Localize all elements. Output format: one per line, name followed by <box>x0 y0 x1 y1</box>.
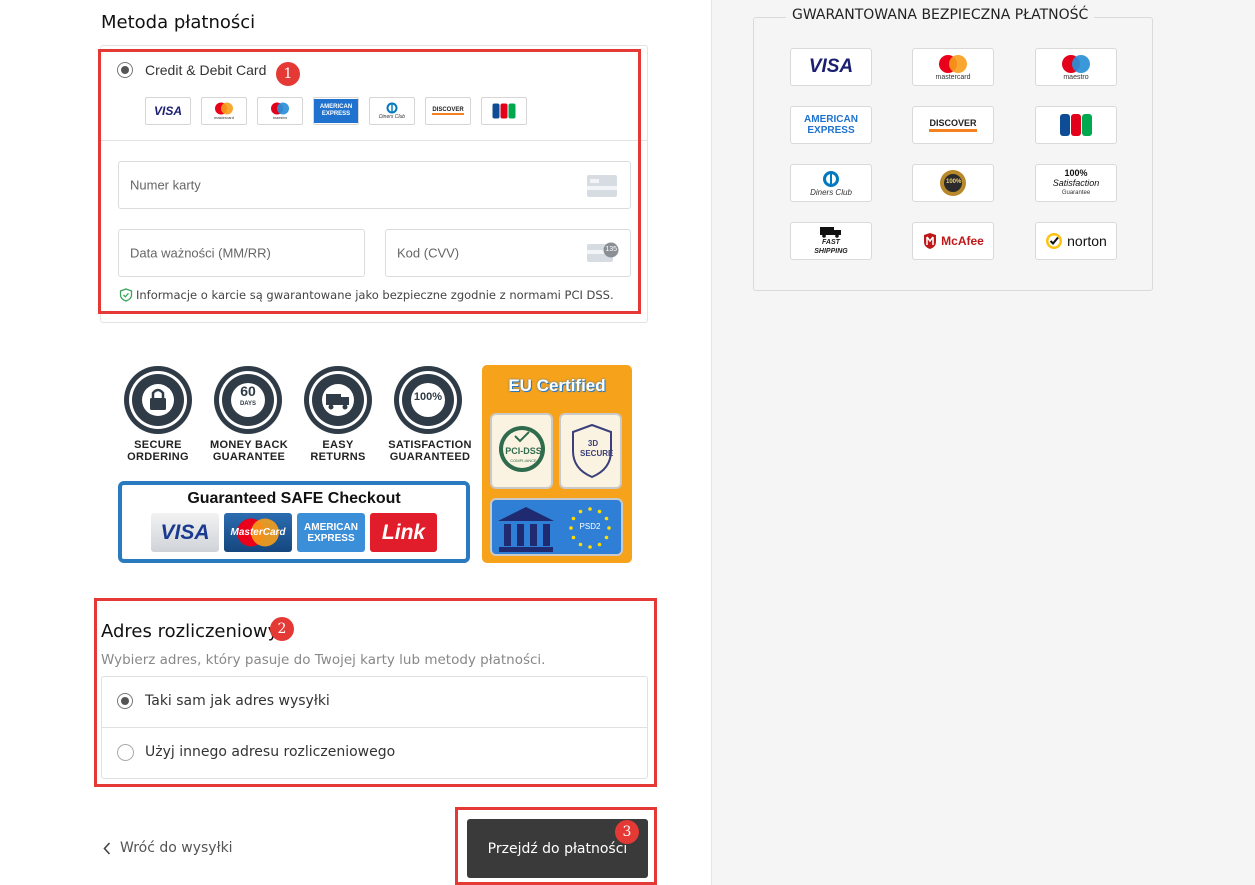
jcb-icon <box>1060 114 1092 136</box>
satisfaction-percent: 100% <box>413 391 443 403</box>
shield-check-icon <box>119 288 133 302</box>
billing-option-divider <box>102 727 647 728</box>
safe-visa-logo: VISA <box>151 513 219 552</box>
trust-discover-logo: DISCOVER <box>912 106 994 144</box>
trust-amex-logo: AMERICAN EXPRESS <box>790 106 872 144</box>
expiry-date-input[interactable]: Data ważności (MM/RR) <box>118 229 365 277</box>
card-brand-maestro: maestro <box>257 97 303 125</box>
maestro-icon <box>1062 54 1090 73</box>
trust-diners-logo: Diners Club <box>790 164 872 202</box>
safe-checkout-title: Guaranteed SAFE Checkout <box>187 490 401 507</box>
annotation-badge-2: 2 <box>270 617 294 641</box>
pci-dss-seal: PCI-DSS COMPLIANCE <box>490 413 553 489</box>
diners-icon <box>386 102 398 114</box>
safe-amex-logo: AMERICAN EXPRESS <box>297 513 365 552</box>
chevron-left-icon[interactable] <box>103 842 111 855</box>
truck-icon <box>820 227 841 238</box>
trust-fast-shipping-logo: FAST SHIPPING <box>790 222 872 260</box>
trust-mcafee-logo: McAfee <box>912 222 994 260</box>
trust-box-title: GWARANTOWANA BEZPIECZNA PŁATNOŚĆ <box>786 7 1095 23</box>
mastercard-icon <box>215 102 233 115</box>
credit-card-icon <box>587 175 617 197</box>
money-back-days-sub: DAYS <box>239 401 257 407</box>
billing-other-label[interactable]: Użyj innego adresu rozliczeniowego <box>145 744 395 760</box>
trust-mastercard-logo: mastercard <box>912 48 994 86</box>
maestro-icon <box>271 102 289 115</box>
diners-icon <box>823 170 839 187</box>
3d-secure-seal: 3D SECURE <box>559 413 622 489</box>
card-brand-jcb <box>481 97 527 125</box>
bank-icon <box>498 507 554 552</box>
credit-card-label[interactable]: Credit & Debit Card <box>145 62 266 78</box>
card-brand-mastercard: mastercard <box>201 97 247 125</box>
back-to-shipping-link[interactable]: Wróć do wysyłki <box>120 840 233 856</box>
billing-other-radio[interactable] <box>117 744 134 761</box>
pci-note: Informacje o karcie są gwarantowane jako… <box>136 288 614 302</box>
badge-secure-ordering-caption: SECURE ORDERING <box>127 439 189 463</box>
mcafee-shield-icon <box>924 233 937 249</box>
billing-subtitle: Wybierz adres, który pasuje do Twojej ka… <box>101 652 546 668</box>
billing-title: Adres rozliczeniowy <box>101 621 279 642</box>
payment-method-title: Metoda płatności <box>101 12 256 33</box>
eu-certified-title: EU Certified <box>508 376 606 395</box>
easy-returns-badge-icon <box>304 366 372 434</box>
card-brand-diners: Diners Club <box>369 97 415 125</box>
safe-mastercard-logo: MasterCard <box>224 513 292 552</box>
card-brand-visa: VISA <box>145 97 191 125</box>
card-number-input[interactable]: Numer karty <box>118 161 631 209</box>
trust-visa-logo: VISA <box>790 48 872 86</box>
norton-check-icon <box>1046 233 1063 249</box>
billing-same-label[interactable]: Taki sam jak adres wysyłki <box>145 693 330 709</box>
safe-link-logo: Link <box>370 513 437 552</box>
annotation-badge-3: 3 <box>615 820 639 844</box>
badge-satisfaction-caption: SATISFACTION GUARANTEED <box>388 439 472 463</box>
money-back-days: 60 <box>240 383 256 399</box>
badge-easy-returns-caption: EASY RETURNS <box>310 439 366 463</box>
trust-satisfaction-logo: 100% Satisfaction Guarantee <box>1035 164 1117 202</box>
card-brand-amex: AMERICAN EXPRESS <box>313 97 359 125</box>
card-brand-discover: DISCOVER <box>425 97 471 125</box>
trust-seal-logo: 100% <box>912 164 994 202</box>
jcb-icon <box>492 103 516 119</box>
psd2-seal: PSD2 <box>490 498 623 556</box>
cvv-hint-number: 135 <box>605 246 617 253</box>
secure-ordering-badge-icon <box>124 366 192 434</box>
trust-jcb-logo <box>1035 106 1117 144</box>
credit-card-radio[interactable] <box>117 62 133 78</box>
mastercard-icon <box>939 54 967 73</box>
cvv-input[interactable]: Kod (CVV) 135 <box>385 229 631 277</box>
trust-maestro-logo: maestro <box>1035 48 1117 86</box>
annotation-badge-1: 1 <box>276 62 300 86</box>
money-back-badge-icon <box>214 366 282 434</box>
billing-same-radio[interactable] <box>117 693 133 709</box>
trust-norton-logo: norton <box>1035 222 1117 260</box>
badge-money-back-caption: MONEY BACK GUARANTEE <box>210 439 288 463</box>
